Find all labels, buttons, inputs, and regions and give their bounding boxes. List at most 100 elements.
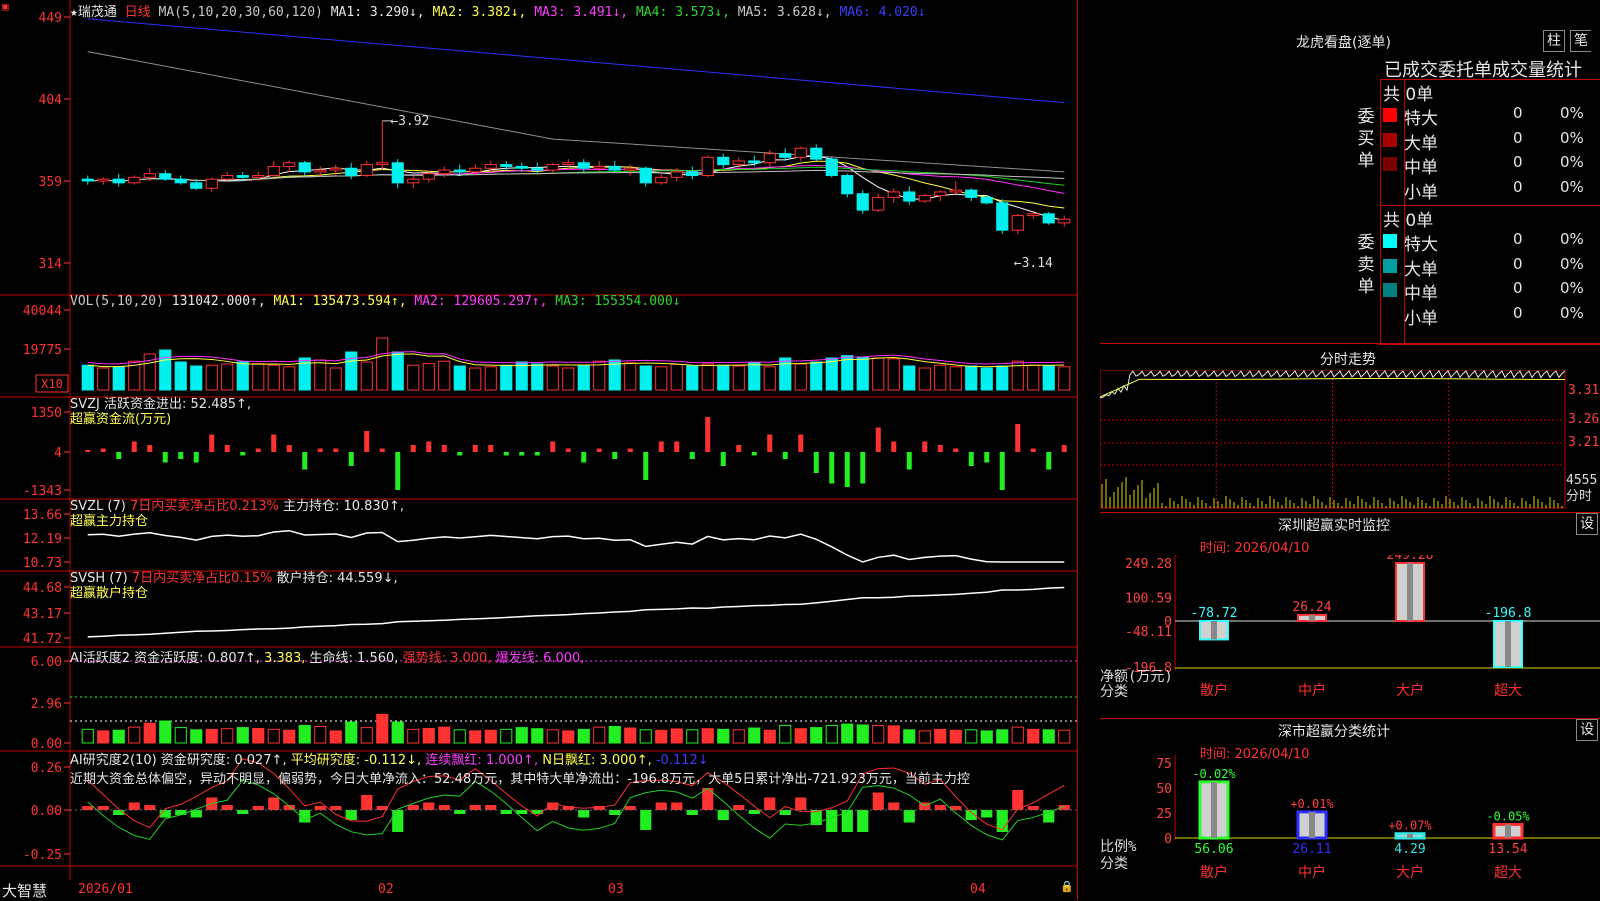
svzj-bar-22 <box>426 441 432 452</box>
svzj-bar-8 <box>209 434 215 452</box>
ai-research-bar-15 <box>314 806 326 810</box>
svzl-axis-tick-label-1: 12.19 <box>23 532 62 547</box>
ma-label: MA(5,10,20,30,60,120) <box>158 5 323 20</box>
svzj-bar-34 <box>612 452 618 459</box>
ai-active-v3: 生命线: 1.560, <box>309 651 399 666</box>
candle-body-62 <box>1042 213 1055 224</box>
vol-bar-11 <box>252 363 265 391</box>
ai-active-bar-62 <box>1042 729 1055 744</box>
candle-body-38 <box>670 171 683 178</box>
svzj-bar-50 <box>860 452 866 484</box>
ai-active-bar-31 <box>562 730 575 744</box>
vol-bar-20 <box>391 351 404 391</box>
ma-line-10 <box>87 160 1065 209</box>
price-axis-tick-label-2: 359 <box>39 175 62 190</box>
sellblock-label-3: 小单 <box>1404 308 1438 329</box>
ai-active-bar-60 <box>1011 726 1024 744</box>
buyblock-pct-3: 0% <box>1560 177 1584 196</box>
ai-active-bar-52 <box>887 725 900 744</box>
bar-mode-button[interactable]: 柱 <box>1543 30 1565 52</box>
candle-body-50 <box>856 193 869 211</box>
lock-icon[interactable]: 🔒 <box>1060 880 1074 893</box>
ai-research-bar-39 <box>686 810 698 815</box>
svzj-bar-23 <box>441 445 447 452</box>
svzj-sub: 超赢资金流(万元) <box>70 412 172 427</box>
vol-bar-8 <box>205 364 218 391</box>
cls-axis-3: 0 <box>1164 832 1172 847</box>
buyblock-count-0: 0 <box>1513 104 1523 122</box>
ai-active-bar-18 <box>360 727 373 744</box>
svzj-bar-6 <box>178 452 184 459</box>
sellblock-pct-0: 0% <box>1560 230 1584 248</box>
ai-research-bar-44 <box>764 797 776 810</box>
svzl-header: SVZL (7) 7日内买卖净占比0.213% 主力持仓: 10.830↑, 超… <box>70 499 404 529</box>
sellblock-pct-1: 0% <box>1560 254 1584 273</box>
svzj-bar-24 <box>457 452 463 456</box>
ai-active-bar-24 <box>453 729 466 744</box>
candle-body-21 <box>407 178 420 184</box>
svzl-axis-tick-label-0: 13.66 <box>23 508 62 523</box>
ai-active-bar-44 <box>763 729 776 744</box>
sellblock-count-0: 0 <box>1513 230 1523 248</box>
separator <box>1100 343 1600 344</box>
ai-active-bar-15 <box>314 726 327 744</box>
candle-body-52 <box>887 191 900 198</box>
svzj-bar-48 <box>829 452 835 484</box>
vol-bar-51 <box>872 357 885 391</box>
period-label[interactable]: 日线 <box>125 5 151 20</box>
vol-ma1: MA1: 135473.594↑, <box>273 294 407 309</box>
ai-research-bar-21 <box>407 805 419 810</box>
candle-body-31 <box>562 162 575 166</box>
svzj-bar-7 <box>193 452 199 463</box>
vol-bar-49 <box>841 355 854 391</box>
svzj-header: SVZJ 活跃资金进出: 52.485↑, 超赢资金流(万元) <box>70 397 251 427</box>
sz-class-settings-button[interactable]: 设 <box>1576 719 1598 741</box>
stock-name[interactable]: 瑞茂通 <box>78 5 117 20</box>
ai-active-bar-11 <box>252 727 265 744</box>
ai-active-bar-16 <box>329 730 342 744</box>
mon-axis-0: 249.28 <box>1125 557 1172 572</box>
vol-bar-19 <box>376 337 389 391</box>
tick-mode-button[interactable]: 笔 <box>1570 30 1591 52</box>
candle-body-10 <box>236 175 249 178</box>
svzj-bar-36 <box>643 452 649 480</box>
svzj-bar-54 <box>922 441 928 452</box>
ai-research-bar-61 <box>1027 806 1039 810</box>
candle-body-16 <box>329 167 342 171</box>
ai-active-bar-41 <box>717 728 730 744</box>
svzj-bar-39 <box>689 452 695 459</box>
sellblock-swatch-2 <box>1383 283 1397 297</box>
vol-axis-tick-label-1: 19775 <box>23 343 62 358</box>
candle-body-30 <box>546 164 559 171</box>
buyblock-pct-1: 0% <box>1560 128 1584 147</box>
ai-active-bar-8 <box>205 728 218 744</box>
svzj-bar-19 <box>379 448 385 452</box>
candle-body-44 <box>763 153 776 164</box>
ai-research-bar-0 <box>82 806 94 810</box>
cls-value-0: 56.06 <box>1194 842 1233 857</box>
sz-monitor-settings-button[interactable]: 设 <box>1576 513 1598 535</box>
ai-research-bar-20 <box>392 810 404 832</box>
separator-2 <box>1100 512 1600 513</box>
date-label-mar: 03 <box>608 882 624 897</box>
ai-research-bar-4 <box>144 805 156 810</box>
buyblock-swatch-2 <box>1383 157 1397 171</box>
buyblock-label-2: 中单 <box>1404 158 1438 178</box>
buyblock-label-0: 特大 <box>1404 109 1438 129</box>
vol-bar-37 <box>655 366 668 391</box>
ai-active-bar-35 <box>624 727 637 744</box>
ai-research-bar-48 <box>826 810 838 832</box>
vol-bar-6 <box>174 361 187 391</box>
vol-bar-62 <box>1042 365 1055 391</box>
ai-active-bar-54 <box>918 730 931 744</box>
cls-axis-1: 50 <box>1156 782 1172 797</box>
ma1-value: MA1: 3.290↓, <box>330 5 425 20</box>
ai-active-bar-19 <box>376 713 389 744</box>
candle-body-12 <box>267 165 280 177</box>
buyblock-swatch-3 <box>1383 181 1397 196</box>
mon-value-3: -196.8 <box>1485 606 1532 621</box>
ai-active-bar-48 <box>825 724 838 744</box>
vol-bar-25 <box>469 367 482 391</box>
ai-research-axis-tick-label-2: -0.25 <box>23 848 62 863</box>
intraday-chart[interactable]: 3.310 3.260 3.210 4555分时 <box>1100 370 1600 510</box>
